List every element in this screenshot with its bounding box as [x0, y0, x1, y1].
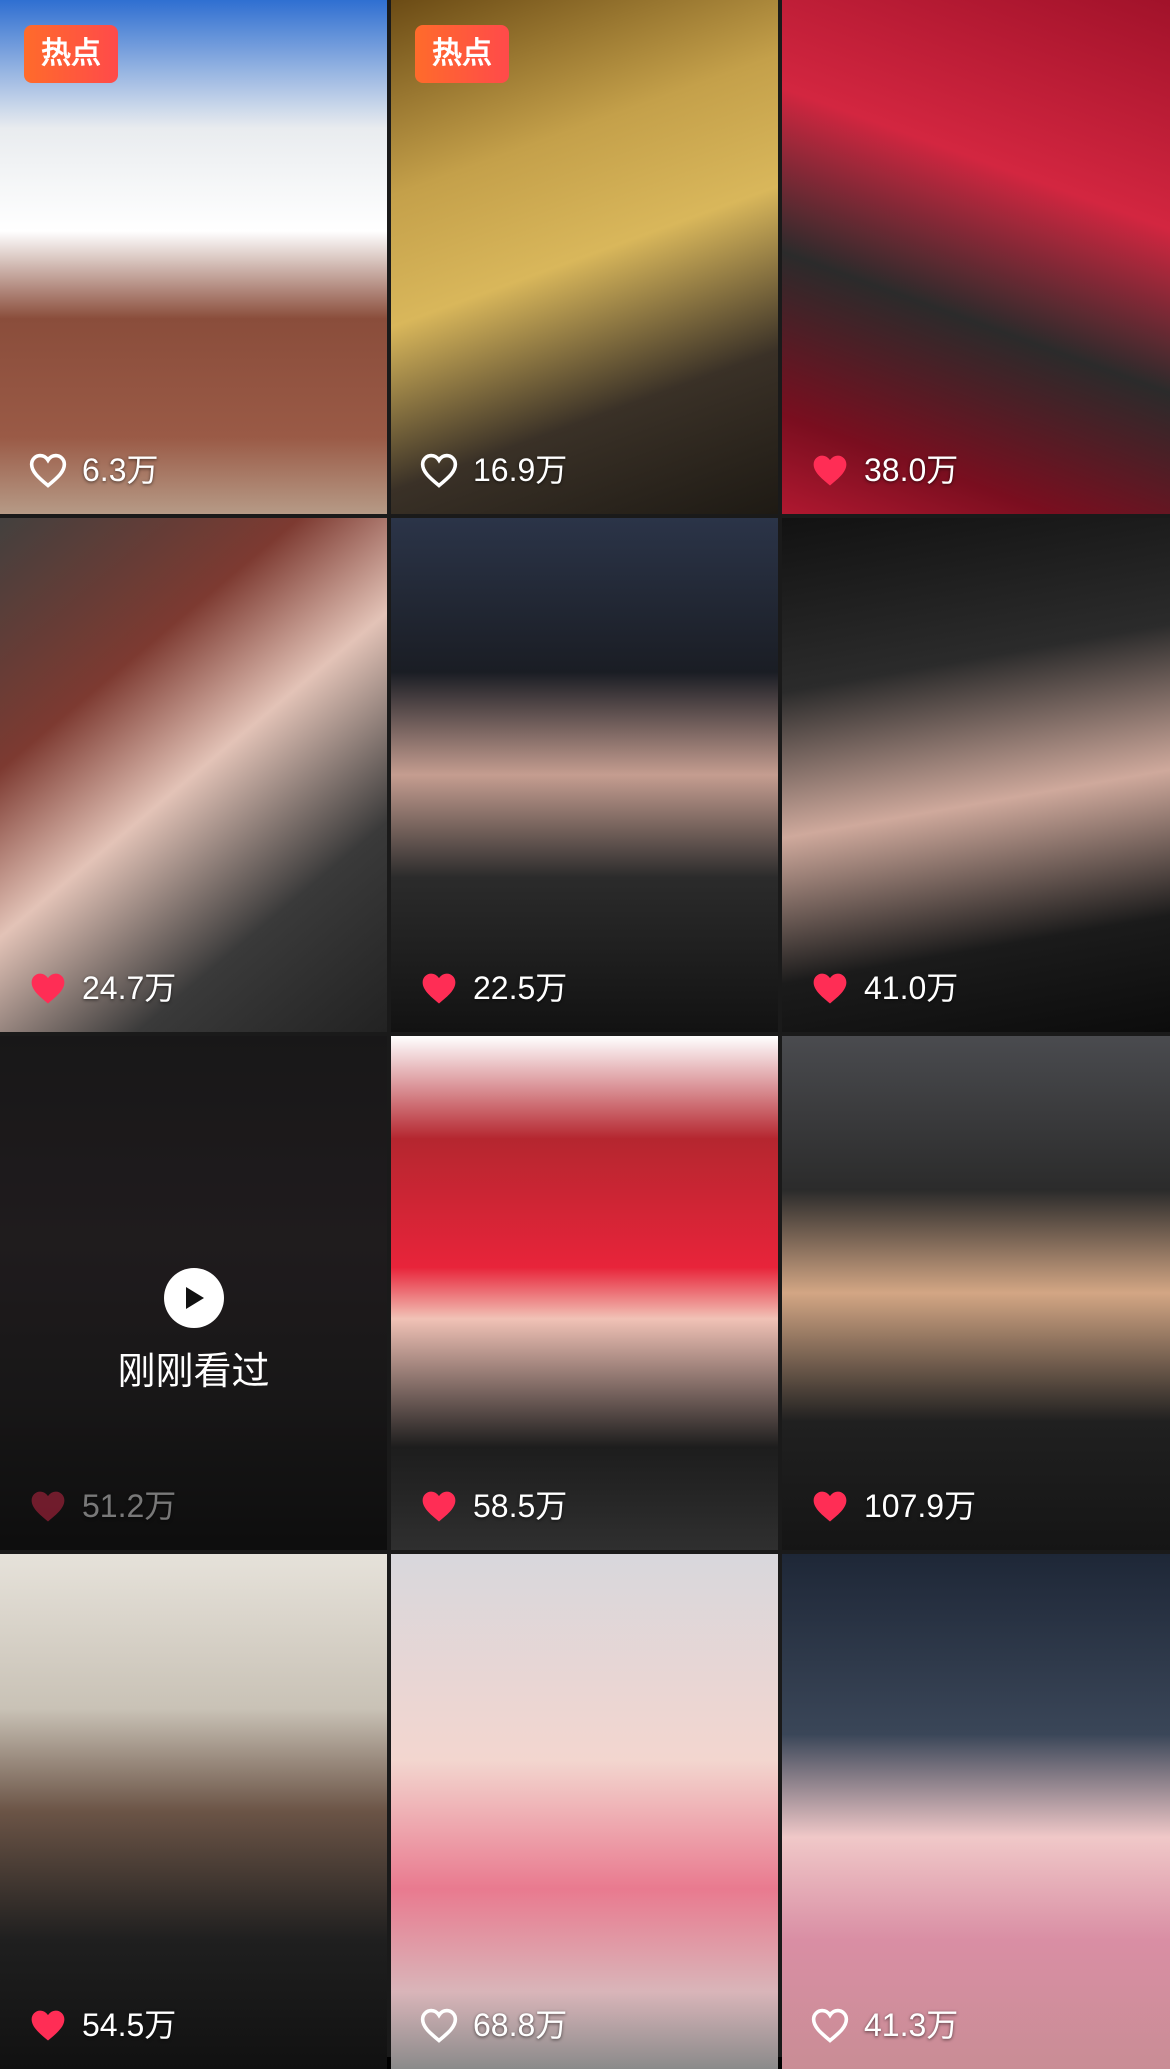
video-thumbnail[interactable]: 热点 6.3万 [0, 0, 387, 514]
like-count-row: 51.2万 [28, 1484, 176, 1528]
like-count-row: 22.5万 [419, 966, 567, 1010]
watched-indicator: 刚刚看过 [0, 1268, 387, 1396]
like-count: 107.9万 [864, 1488, 977, 1524]
video-thumbnail[interactable]: 38.0万 [782, 0, 1170, 514]
like-count-row: 24.7万 [28, 966, 176, 1010]
heart-filled-icon [422, 1491, 456, 1522]
like-count: 24.7万 [82, 970, 177, 1006]
like-count-row: 54.5万 [28, 2003, 176, 2047]
video-thumbnail[interactable]: 54.5万 [0, 1554, 387, 2069]
like-count: 16.9万 [473, 452, 568, 488]
hot-badge: 热点 [24, 25, 118, 83]
like-count: 51.2万 [82, 1488, 177, 1524]
like-count-row: 38.0万 [810, 448, 958, 492]
heart-outline-icon [420, 2008, 458, 2043]
heart-outline-icon [811, 2008, 849, 2043]
video-thumbnail[interactable]: 107.9万 [782, 1036, 1170, 1550]
video-grid: 热点 6.3万 热点 16.9万 38.0万 24.7万 22.5万 41.0万… [0, 0, 1170, 2069]
like-count: 6.3万 [82, 452, 159, 488]
hot-badge: 热点 [415, 25, 509, 83]
heart-filled-icon [422, 973, 456, 1004]
like-count: 22.5万 [473, 970, 568, 1006]
video-thumbnail[interactable]: 58.5万 [391, 1036, 778, 1550]
video-thumbnail[interactable]: 68.8万 [391, 1554, 778, 2069]
heart-filled-icon [31, 2010, 65, 2041]
like-count-row: 68.8万 [419, 2003, 567, 2047]
heart-filled-icon [813, 455, 847, 486]
like-count-row: 107.9万 [810, 1484, 976, 1528]
heart-outline-icon [420, 453, 458, 488]
play-icon[interactable] [163, 1268, 224, 1328]
like-count: 41.3万 [864, 2007, 959, 2043]
like-count-row: 6.3万 [28, 448, 159, 492]
video-thumbnail[interactable]: 22.5万 [391, 518, 778, 1032]
like-count-row: 41.0万 [810, 966, 958, 1010]
like-count: 54.5万 [82, 2007, 177, 2043]
heart-filled-icon [31, 1491, 65, 1522]
like-count-row: 16.9万 [419, 448, 567, 492]
like-count-row: 58.5万 [419, 1484, 567, 1528]
video-thumbnail[interactable]: 41.0万 [782, 518, 1170, 1032]
like-count: 68.8万 [473, 2007, 568, 2043]
like-count: 58.5万 [473, 1488, 568, 1524]
video-thumbnail[interactable]: 24.7万 [0, 518, 387, 1032]
heart-filled-icon [813, 973, 847, 1004]
like-count: 38.0万 [864, 452, 959, 488]
heart-filled-icon [31, 973, 65, 1004]
video-thumbnail-watched[interactable]: 刚刚看过 51.2万 [0, 1036, 387, 1550]
like-count-row: 41.3万 [810, 2003, 958, 2047]
like-count: 41.0万 [864, 970, 959, 1006]
video-thumbnail[interactable]: 41.3万 [782, 1554, 1170, 2069]
heart-outline-icon [29, 453, 67, 488]
heart-filled-icon [813, 1491, 847, 1522]
watched-label: 刚刚看过 [117, 1351, 270, 1393]
video-thumbnail[interactable]: 热点 16.9万 [391, 0, 778, 514]
